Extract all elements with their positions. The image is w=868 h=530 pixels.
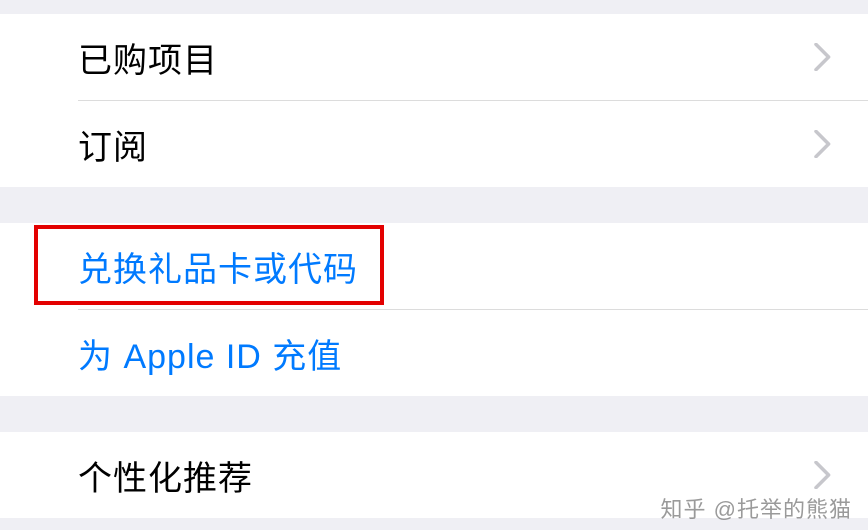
chevron-right-icon <box>814 130 832 158</box>
redeem-label: 兑换礼品卡或代码 <box>78 242 358 291</box>
row-add-funds[interactable]: 为 Apple ID 充值 <box>0 310 868 396</box>
section-payment: 兑换礼品卡或代码 为 Apple ID 充值 <box>0 223 868 396</box>
chevron-right-icon <box>814 461 832 489</box>
section-gap <box>0 0 868 14</box>
subscriptions-label: 订阅 <box>78 120 148 169</box>
personalized-label: 个性化推荐 <box>78 451 253 500</box>
add-funds-label: 为 Apple ID 充值 <box>78 329 342 378</box>
settings-page: 已购项目 订阅 兑换礼品卡或代码 为 Apple ID 充值 个性化推荐 <box>0 0 868 530</box>
chevron-right-icon <box>814 43 832 71</box>
row-personalized[interactable]: 个性化推荐 <box>0 432 868 518</box>
purchased-label: 已购项目 <box>78 33 218 82</box>
row-purchased[interactable]: 已购项目 <box>0 14 868 100</box>
row-subscriptions[interactable]: 订阅 <box>0 101 868 187</box>
section-gap <box>0 187 868 223</box>
section-gap <box>0 396 868 432</box>
row-redeem-gift-card[interactable]: 兑换礼品卡或代码 <box>0 223 868 309</box>
section-account: 已购项目 订阅 <box>0 14 868 187</box>
section-personalized: 个性化推荐 <box>0 432 868 518</box>
